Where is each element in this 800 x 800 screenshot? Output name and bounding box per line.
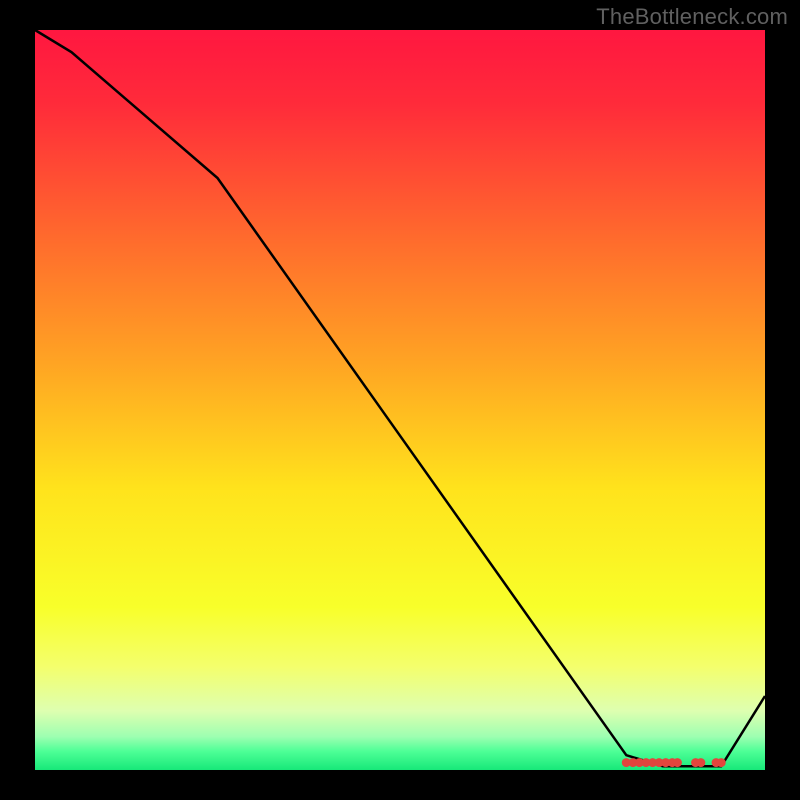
plot-background <box>35 30 765 770</box>
series-marker <box>717 758 726 767</box>
chart-frame: TheBottleneck.com <box>0 0 800 800</box>
bottleneck-chart <box>0 0 800 800</box>
series-marker <box>696 758 705 767</box>
series-marker <box>673 758 682 767</box>
